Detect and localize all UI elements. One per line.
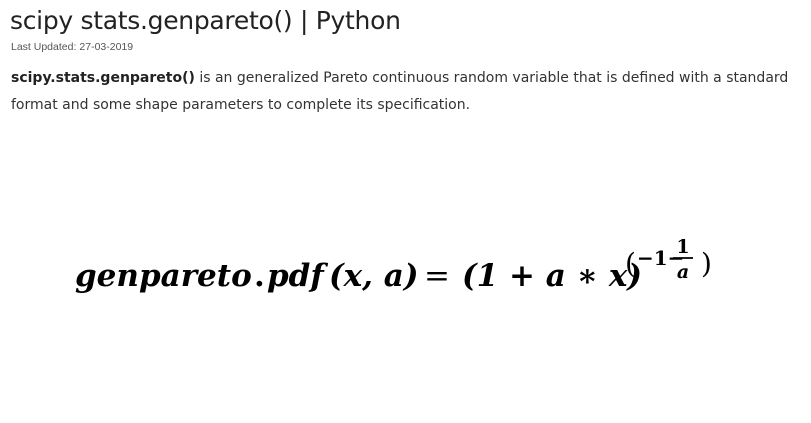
last-updated-date: 27-03-2019 (79, 41, 134, 53)
formula-method: pdf (267, 258, 328, 294)
formula-exponent-open: ( (625, 247, 636, 280)
last-updated: Last Updated: 27-03-2019 (11, 41, 133, 53)
page-title: scipy stats.genpareto() | Python (10, 6, 401, 35)
pdf-formula: genpareto . pdf (x, a) = (1 + a ∗ x) ( −… (75, 236, 712, 294)
formula-exponent-numerator: 1 (676, 236, 689, 258)
intro-paragraph: scipy.stats.genpareto() is an generalize… (11, 65, 796, 119)
formula-arguments: (x, a) (329, 258, 419, 294)
last-updated-label: Last Updated: (11, 41, 77, 53)
formula-function: genpareto (75, 258, 252, 294)
formula-dot: . (254, 258, 265, 294)
function-name: scipy.stats.genpareto() (11, 70, 195, 86)
formula-equals: = (424, 258, 450, 294)
formula-exponent-close: ) (701, 247, 712, 280)
formula-base: (1 + a ∗ x) (462, 258, 642, 294)
formula-exponent-denominator: a (677, 261, 689, 283)
